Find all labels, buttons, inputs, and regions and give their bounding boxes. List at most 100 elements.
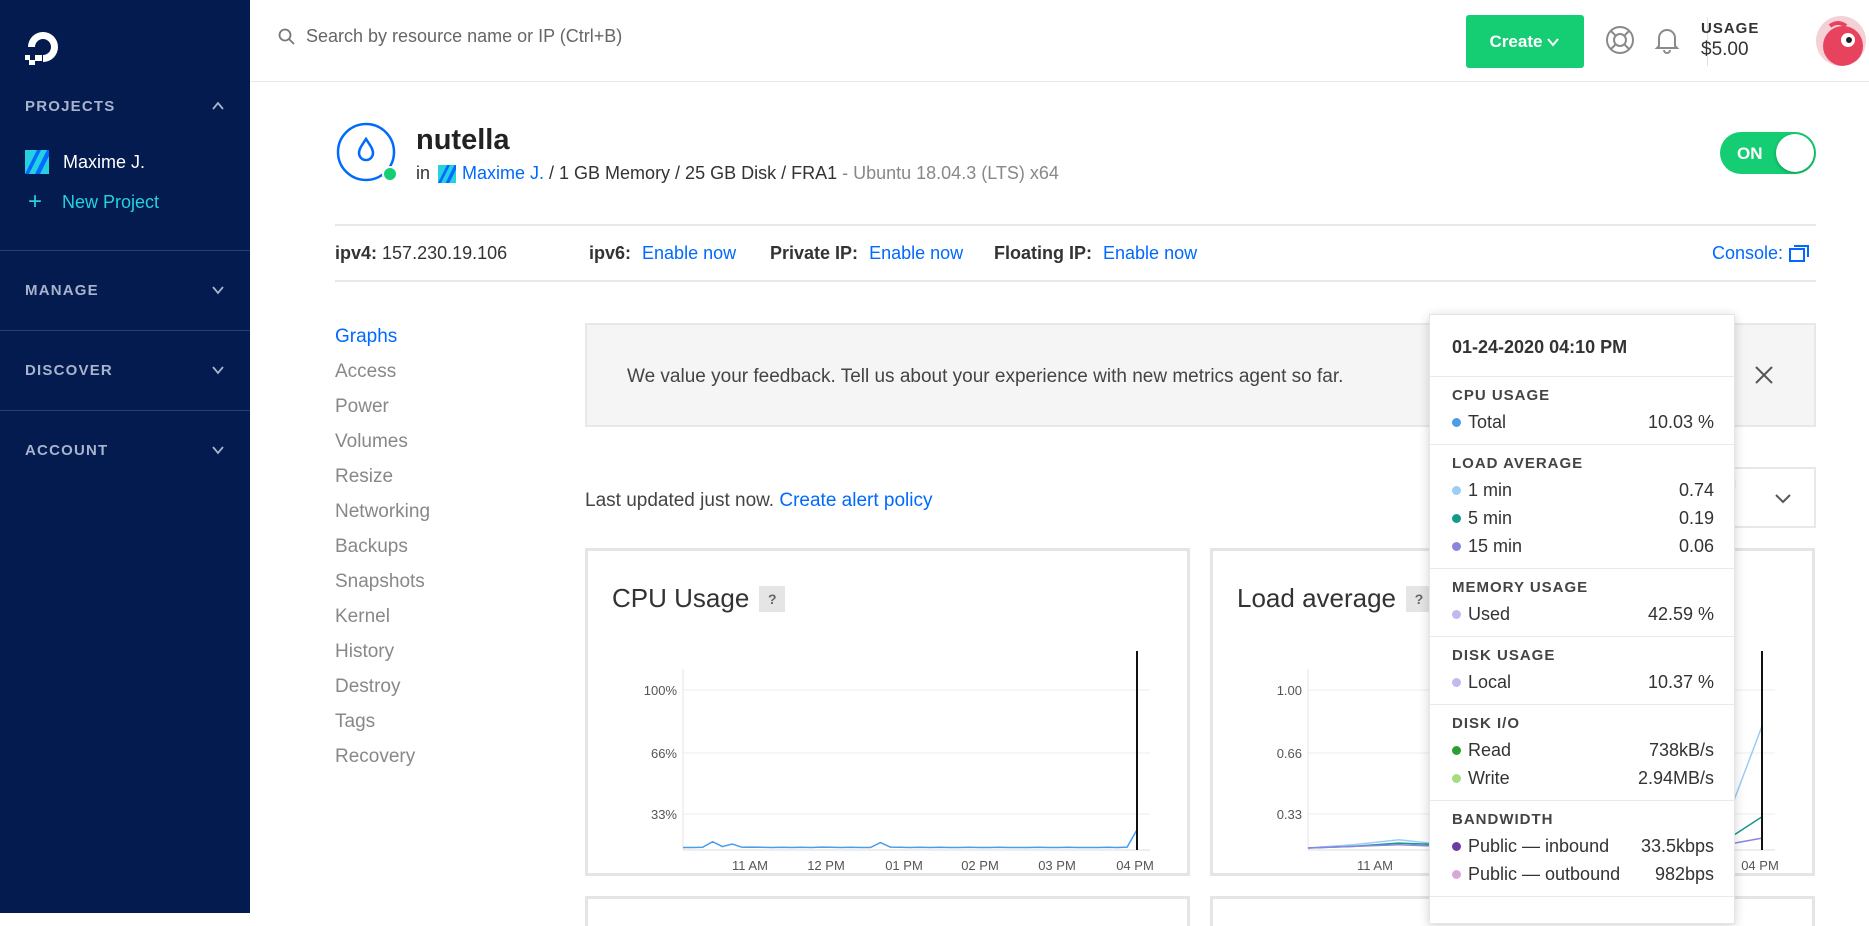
droplet-subnav: Graphs Access Power Volumes Resize Netwo… [335, 325, 430, 780]
create-alert-policy-link[interactable]: Create alert policy [779, 490, 932, 511]
manage-label: MANAGE [25, 281, 99, 299]
tab-backups[interactable]: Backups [335, 535, 430, 570]
sidebar-item-project[interactable]: Maxime J. [0, 142, 250, 182]
ipv4-value[interactable]: 157.230.19.106 [382, 243, 507, 263]
projects-label: PROJECTS [25, 97, 116, 115]
tab-kernel[interactable]: Kernel [335, 605, 430, 640]
project-icon [438, 164, 457, 183]
digitalocean-logo[interactable] [22, 26, 64, 68]
console-link[interactable]: Console: [1712, 243, 1810, 264]
tooltip-row-name: Public — outbound [1452, 864, 1620, 885]
tooltip-section-heading: CPU USAGE [1452, 387, 1551, 404]
usage-display[interactable]: USAGE $5.00 [1701, 20, 1759, 61]
avatar[interactable] [1816, 16, 1866, 66]
tab-history[interactable]: History [335, 640, 430, 675]
chevron-down-icon [1775, 494, 1791, 504]
cpu-chart[interactable]: 100% 66% 33% 11 AM 12 PM 01 PM 02 PM 03 PM 04 PM [588, 611, 1188, 876]
x-tick-label: 03 PM [1038, 858, 1076, 873]
tooltip-section-heading: BANDWIDTH [1452, 811, 1554, 828]
tooltip-row-name: 5 min [1452, 508, 1512, 529]
account-header[interactable]: ACCOUNT [0, 430, 250, 470]
tab-recovery[interactable]: Recovery [335, 745, 430, 780]
series-line [683, 829, 1138, 849]
tooltip-section: MEMORY USAGE Used 42.59 % [1430, 569, 1734, 637]
tab-networking[interactable]: Networking [335, 500, 430, 535]
floating-ip-enable-link[interactable]: Enable now [1103, 243, 1197, 263]
search-input[interactable]: Search by resource name or IP (Ctrl+B) [278, 26, 622, 47]
search-icon [278, 28, 295, 45]
droplet-specs: / 1 GB Memory / 25 GB Disk / FRA1 [544, 163, 838, 183]
tooltip-row-name: Read [1452, 740, 1511, 761]
tooltip-row-label: 5 min [1468, 507, 1513, 528]
create-button[interactable]: Create [1466, 15, 1584, 68]
new-project-label: New Project [62, 191, 160, 212]
manage-header[interactable]: MANAGE [0, 270, 250, 310]
private-ip-enable-link[interactable]: Enable now [869, 243, 963, 263]
close-icon[interactable] [1752, 363, 1776, 387]
divider [0, 330, 250, 331]
projects-header[interactable]: PROJECTS [0, 86, 250, 126]
account-section: ACCOUNT [0, 430, 250, 470]
discover-header[interactable]: DISCOVER [0, 350, 250, 390]
tooltip-row: 15 min 0.06 [1452, 532, 1714, 560]
power-toggle[interactable]: ON [1720, 132, 1816, 174]
tooltip-row-value: 10.37 % [1647, 671, 1714, 692]
tab-snapshots[interactable]: Snapshots [335, 570, 430, 605]
feedback-text[interactable]: We value your feedback. Tell us about yo… [627, 366, 1343, 388]
tab-volumes[interactable]: Volumes [335, 430, 430, 465]
tooltip-row: Write 2.94MB/s [1452, 764, 1714, 792]
divider [0, 250, 250, 251]
manage-section: MANAGE [0, 270, 250, 310]
droplet-icon [336, 122, 397, 182]
help-icon[interactable] [1604, 24, 1636, 56]
owner-link[interactable]: Maxime J. [462, 163, 544, 184]
tooltip-row-label: Used [1468, 603, 1511, 624]
tooltip-section: LOAD AVERAGE 1 min 0.74 5 min 0.19 15 min 0.06 [1430, 445, 1734, 569]
discover-label: DISCOVER [25, 361, 113, 379]
tab-power[interactable]: Power [335, 395, 430, 430]
floating-ip-info: Floating IP: Enable now [994, 243, 1197, 264]
external-window-icon [1789, 244, 1810, 262]
tooltip-section-heading: DISK USAGE [1452, 647, 1556, 664]
tooltip-row-name: Public — inbound [1452, 836, 1609, 857]
droplet-details: in Maxime J. / 1 GB Memory / 25 GB Disk … [416, 163, 1059, 184]
chevron-down-icon [212, 366, 224, 375]
tooltip-row-label: 1 min [1468, 479, 1513, 500]
tab-access[interactable]: Access [335, 360, 430, 395]
droplet-name: nutella [416, 124, 510, 156]
divider [335, 224, 1816, 226]
tooltip-row: Total 10.03 % [1452, 408, 1714, 436]
x-tick-label: 02 PM [961, 858, 999, 873]
tooltip-section-heading: LOAD AVERAGE [1452, 455, 1584, 472]
tooltip-row-label: Write [1468, 767, 1510, 788]
usage-value: $5.00 [1701, 39, 1749, 60]
y-tick-label: 100% [644, 683, 678, 698]
tooltip-row-value: 42.59 % [1647, 603, 1714, 624]
ipv6-label: ipv6: [589, 243, 632, 263]
tab-destroy[interactable]: Destroy [335, 675, 430, 710]
create-label: Create [1489, 31, 1543, 51]
x-tick-label: 01 PM [885, 858, 923, 873]
chevron-down-icon [1547, 37, 1560, 47]
tooltip-row: Read 738kB/s [1452, 736, 1714, 764]
tab-tags[interactable]: Tags [335, 710, 430, 745]
legend-dot-icon [1452, 677, 1461, 687]
tooltip-row-name: 1 min [1452, 480, 1512, 501]
bell-icon[interactable] [1651, 24, 1683, 56]
legend-dot-icon [1452, 485, 1461, 495]
x-tick-label: 11 AM [1357, 858, 1393, 873]
new-project-link[interactable]: + New Project [0, 182, 250, 222]
help-button[interactable]: ? [759, 585, 786, 612]
tooltip-section-heading: DISK I/O [1452, 715, 1521, 732]
ipv4-label: ipv4: [335, 243, 378, 263]
legend-dot-icon [1452, 609, 1461, 619]
ipv6-enable-link[interactable]: Enable now [642, 243, 736, 263]
tooltip-row-value: 2.94MB/s [1637, 767, 1714, 788]
private-ip-info: Private IP: Enable now [770, 243, 963, 264]
tab-resize[interactable]: Resize [335, 465, 430, 500]
tooltip-section: DISK I/O Read 738kB/s Write 2.94MB/s [1430, 705, 1734, 801]
tab-graphs[interactable]: Graphs [335, 325, 430, 360]
tooltip-row-value: 738kB/s [1648, 739, 1714, 760]
y-tick-label: 66% [651, 746, 677, 761]
topbar: Search by resource name or IP (Ctrl+B) C… [250, 0, 1869, 82]
